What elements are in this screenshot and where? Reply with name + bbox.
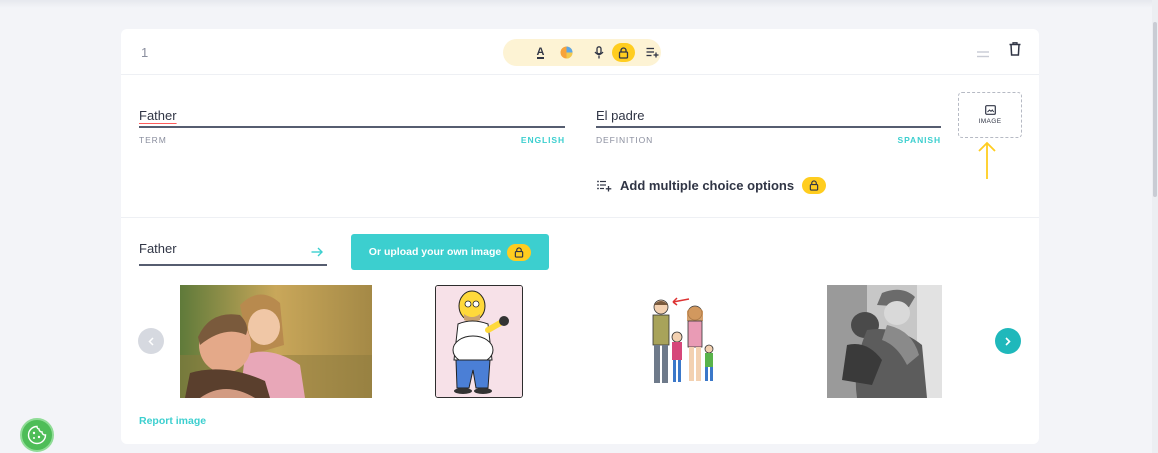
term-label: TERM	[139, 135, 167, 145]
chevron-right-icon	[1005, 336, 1011, 346]
image-result-3[interactable]	[639, 285, 723, 398]
card-number: 1	[141, 45, 149, 60]
section-divider	[121, 217, 1039, 218]
cookie-icon	[27, 425, 47, 445]
term-field[interactable]: Father TERM ENGLISH	[139, 108, 565, 148]
add-image-button[interactable]: IMAGE	[958, 92, 1022, 138]
carousel-next-button[interactable]	[995, 328, 1021, 354]
image-result-1[interactable]	[180, 285, 372, 398]
definition-language[interactable]: SPANISH	[898, 135, 941, 145]
header-divider	[121, 74, 1039, 75]
definition-value[interactable]: El padre	[596, 108, 941, 126]
trash-icon[interactable]	[1009, 42, 1021, 61]
image-search-input[interactable]	[139, 238, 299, 258]
scrollbar-thumb[interactable]	[1153, 22, 1157, 197]
add-options-label: Add multiple choice options	[620, 178, 795, 193]
top-shadow	[0, 0, 1158, 8]
image-search-underline	[139, 264, 327, 266]
definition-label: DEFINITION	[596, 135, 654, 145]
chevron-left-icon	[148, 336, 154, 346]
text-format-glyph: A	[536, 45, 545, 59]
add-list-icon[interactable]	[643, 43, 662, 62]
scrollbar[interactable]	[1152, 0, 1158, 453]
image-icon	[984, 105, 996, 115]
lock-icon	[802, 177, 827, 194]
upload-image-button[interactable]: Or upload your own image	[351, 234, 549, 270]
text-format-icon[interactable]: A	[531, 43, 550, 62]
image-result-2[interactable]	[435, 285, 523, 398]
flashcard-editor: 1 A Father TERM ENGLISH El padre DEFINIT…	[121, 29, 1039, 444]
annotation-arrow-icon	[977, 141, 997, 186]
arrow-right-icon[interactable]	[311, 244, 323, 262]
add-list-icon	[597, 180, 612, 191]
definition-underline	[596, 126, 941, 128]
report-image-link[interactable]: Report image	[139, 415, 206, 427]
cookie-settings-button[interactable]	[20, 418, 54, 452]
term-underline	[139, 126, 565, 128]
carousel-prev-button[interactable]	[138, 328, 164, 354]
add-multiple-choice-button[interactable]: Add multiple choice options	[597, 177, 827, 194]
microphone-icon[interactable]	[589, 43, 608, 62]
card-toolbar: A	[503, 39, 661, 66]
image-result-4[interactable]	[827, 285, 942, 398]
lock-icon[interactable]	[612, 43, 635, 62]
lock-icon	[507, 243, 532, 261]
image-button-label: IMAGE	[978, 118, 1002, 125]
image-search	[139, 238, 327, 266]
term-value[interactable]: Father	[139, 108, 565, 126]
upload-button-label: Or upload your own image	[368, 246, 502, 258]
color-icon[interactable]	[557, 43, 576, 62]
drag-handle-icon[interactable]	[977, 45, 989, 63]
term-language[interactable]: ENGLISH	[521, 135, 565, 145]
definition-field[interactable]: El padre DEFINITION SPANISH	[596, 108, 941, 148]
